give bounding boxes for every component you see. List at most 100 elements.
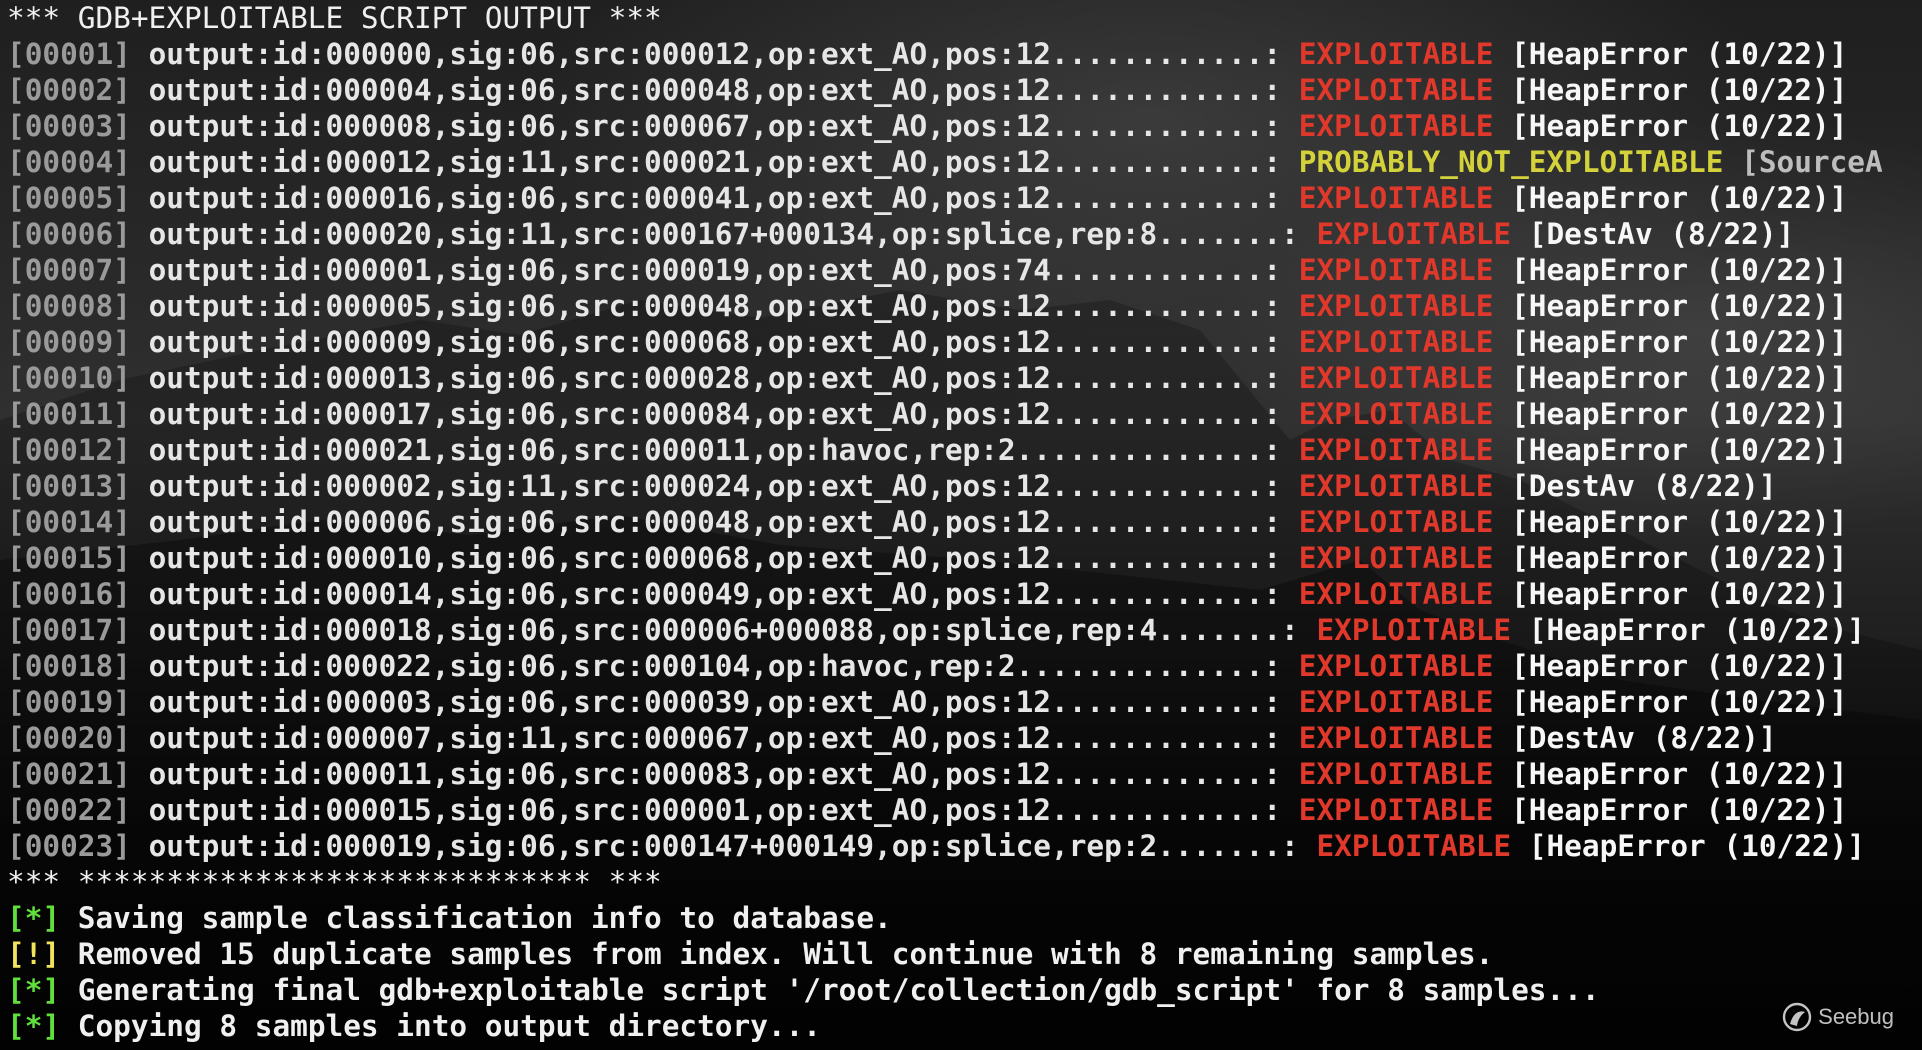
result-row: [00016] output:id:000014,sig:06,src:0000… bbox=[7, 576, 1917, 612]
classification-label: EXPLOITABLE bbox=[1298, 325, 1494, 359]
status-text: Copying 8 samples into output directory.… bbox=[77, 1009, 821, 1043]
classification-label: EXPLOITABLE bbox=[1316, 217, 1512, 251]
classification-label: EXPLOITABLE bbox=[1316, 829, 1512, 863]
classification-label: EXPLOITABLE bbox=[1298, 361, 1494, 395]
classification-detail: [HeapError (10/22)] bbox=[1511, 397, 1848, 431]
classification-detail: [HeapError (10/22)] bbox=[1511, 685, 1848, 719]
result-row: [00021] output:id:000011,sig:06,src:0000… bbox=[7, 756, 1917, 792]
status-message: [*] Saving sample classification info to… bbox=[7, 900, 1917, 936]
row-index: [00023] bbox=[7, 829, 131, 863]
terminal-output[interactable]: *** GDB+EXPLOITABLE SCRIPT OUTPUT *** [0… bbox=[7, 0, 1917, 1050]
row-index: [00001] bbox=[7, 37, 131, 71]
sample-path: output:id:000000,sig:06,src:000012,op:ex… bbox=[148, 37, 1282, 71]
row-index: [00006] bbox=[7, 217, 131, 251]
sample-path: output:id:000009,sig:06,src:000068,op:ex… bbox=[148, 325, 1282, 359]
classification-label: EXPLOITABLE bbox=[1298, 181, 1494, 215]
seebug-logo-icon bbox=[1782, 1002, 1812, 1032]
sample-path: output:id:000013,sig:06,src:000028,op:ex… bbox=[148, 361, 1282, 395]
sample-path: output:id:000007,sig:11,src:000067,op:ex… bbox=[148, 721, 1282, 755]
watermark: Seebug bbox=[1780, 1000, 1894, 1034]
output-header: *** GDB+EXPLOITABLE SCRIPT OUTPUT *** bbox=[7, 1, 662, 35]
classification-label: EXPLOITABLE bbox=[1298, 649, 1494, 683]
row-index: [00022] bbox=[7, 793, 131, 827]
sample-path: output:id:000018,sig:06,src:000006+00008… bbox=[148, 613, 1299, 647]
classification-detail: [HeapError (10/22)] bbox=[1511, 181, 1848, 215]
row-index: [00009] bbox=[7, 325, 131, 359]
result-row: [00005] output:id:000016,sig:06,src:0000… bbox=[7, 180, 1917, 216]
result-row: [00017] output:id:000018,sig:06,src:0000… bbox=[7, 612, 1917, 648]
classification-detail: [HeapError (10/22)] bbox=[1511, 757, 1848, 791]
classification-detail: [SourceA bbox=[1741, 145, 1883, 179]
classification-label: EXPLOITABLE bbox=[1298, 721, 1494, 755]
status-messages: [*] Saving sample classification info to… bbox=[7, 900, 1917, 1044]
sample-path: output:id:000012,sig:11,src:000021,op:ex… bbox=[148, 145, 1282, 179]
result-row: [00015] output:id:000010,sig:06,src:0000… bbox=[7, 540, 1917, 576]
result-row: [00023] output:id:000019,sig:06,src:0001… bbox=[7, 828, 1917, 864]
status-marker: [*] bbox=[7, 1009, 61, 1043]
classification-label: EXPLOITABLE bbox=[1298, 397, 1494, 431]
classification-label: EXPLOITABLE bbox=[1298, 793, 1494, 827]
row-index: [00018] bbox=[7, 649, 131, 683]
result-row: [00009] output:id:000009,sig:06,src:0000… bbox=[7, 324, 1917, 360]
result-rows: [00001] output:id:000000,sig:06,src:0000… bbox=[7, 36, 1917, 864]
result-row: [00013] output:id:000002,sig:11,src:0000… bbox=[7, 468, 1917, 504]
classification-detail: [HeapError (10/22)] bbox=[1511, 649, 1848, 683]
status-text: Generating final gdb+exploitable script … bbox=[77, 973, 1600, 1007]
output-footer: *** ***************************** *** bbox=[7, 865, 662, 899]
result-row: [00010] output:id:000013,sig:06,src:0000… bbox=[7, 360, 1917, 396]
sample-path: output:id:000006,sig:06,src:000048,op:ex… bbox=[148, 505, 1282, 539]
classification-label: EXPLOITABLE bbox=[1298, 577, 1494, 611]
status-message: [!] Removed 15 duplicate samples from in… bbox=[7, 936, 1917, 972]
sample-path: output:id:000020,sig:11,src:000167+00013… bbox=[148, 217, 1299, 251]
classification-label: EXPLOITABLE bbox=[1298, 433, 1494, 467]
result-row: [00008] output:id:000005,sig:06,src:0000… bbox=[7, 288, 1917, 324]
classification-label: EXPLOITABLE bbox=[1298, 73, 1494, 107]
status-marker: [*] bbox=[7, 901, 61, 935]
sample-path: output:id:000021,sig:06,src:000011,op:ha… bbox=[148, 433, 1282, 467]
classification-label: EXPLOITABLE bbox=[1298, 109, 1494, 143]
classification-detail: [HeapError (10/22)] bbox=[1511, 73, 1848, 107]
status-message: [*] Copying 8 samples into output direct… bbox=[7, 1008, 1917, 1044]
row-index: [00002] bbox=[7, 73, 131, 107]
row-index: [00005] bbox=[7, 181, 131, 215]
sample-path: output:id:000004,sig:06,src:000048,op:ex… bbox=[148, 73, 1282, 107]
status-text: Saving sample classification info to dat… bbox=[77, 901, 892, 935]
sample-path: output:id:000015,sig:06,src:000001,op:ex… bbox=[148, 793, 1282, 827]
classification-detail: [HeapError (10/22)] bbox=[1511, 577, 1848, 611]
classification-detail: [HeapError (10/22)] bbox=[1511, 505, 1848, 539]
classification-detail: [HeapError (10/22)] bbox=[1528, 829, 1865, 863]
row-index: [00012] bbox=[7, 433, 131, 467]
classification-label: EXPLOITABLE bbox=[1298, 253, 1494, 287]
classification-label: EXPLOITABLE bbox=[1298, 505, 1494, 539]
row-index: [00019] bbox=[7, 685, 131, 719]
result-row: [00006] output:id:000020,sig:11,src:0001… bbox=[7, 216, 1917, 252]
classification-detail: [HeapError (10/22)] bbox=[1511, 433, 1848, 467]
row-index: [00013] bbox=[7, 469, 131, 503]
classification-detail: [HeapError (10/22)] bbox=[1511, 37, 1848, 71]
row-index: [00003] bbox=[7, 109, 131, 143]
sample-path: output:id:000002,sig:11,src:000024,op:ex… bbox=[148, 469, 1282, 503]
classification-detail: [HeapError (10/22)] bbox=[1528, 613, 1865, 647]
status-message: [*] Generating final gdb+exploitable scr… bbox=[7, 972, 1917, 1008]
row-index: [00008] bbox=[7, 289, 131, 323]
status-marker: [*] bbox=[7, 973, 61, 1007]
result-row: [00012] output:id:000021,sig:06,src:0000… bbox=[7, 432, 1917, 468]
status-marker: [!] bbox=[7, 937, 61, 971]
result-row: [00004] output:id:000012,sig:11,src:0000… bbox=[7, 144, 1917, 180]
row-index: [00016] bbox=[7, 577, 131, 611]
row-index: [00010] bbox=[7, 361, 131, 395]
classification-detail: [HeapError (10/22)] bbox=[1511, 109, 1848, 143]
sample-path: output:id:000022,sig:06,src:000104,op:ha… bbox=[148, 649, 1282, 683]
watermark-text: Seebug bbox=[1818, 1004, 1894, 1029]
sample-path: output:id:000017,sig:06,src:000084,op:ex… bbox=[148, 397, 1282, 431]
result-row: [00020] output:id:000007,sig:11,src:0000… bbox=[7, 720, 1917, 756]
result-row: [00001] output:id:000000,sig:06,src:0000… bbox=[7, 36, 1917, 72]
result-row: [00002] output:id:000004,sig:06,src:0000… bbox=[7, 72, 1917, 108]
classification-label: EXPLOITABLE bbox=[1298, 541, 1494, 575]
classification-detail: [HeapError (10/22)] bbox=[1511, 541, 1848, 575]
row-index: [00020] bbox=[7, 721, 131, 755]
result-row: [00014] output:id:000006,sig:06,src:0000… bbox=[7, 504, 1917, 540]
result-row: [00019] output:id:000003,sig:06,src:0000… bbox=[7, 684, 1917, 720]
sample-path: output:id:000014,sig:06,src:000049,op:ex… bbox=[148, 577, 1282, 611]
sample-path: output:id:000008,sig:06,src:000067,op:ex… bbox=[148, 109, 1282, 143]
